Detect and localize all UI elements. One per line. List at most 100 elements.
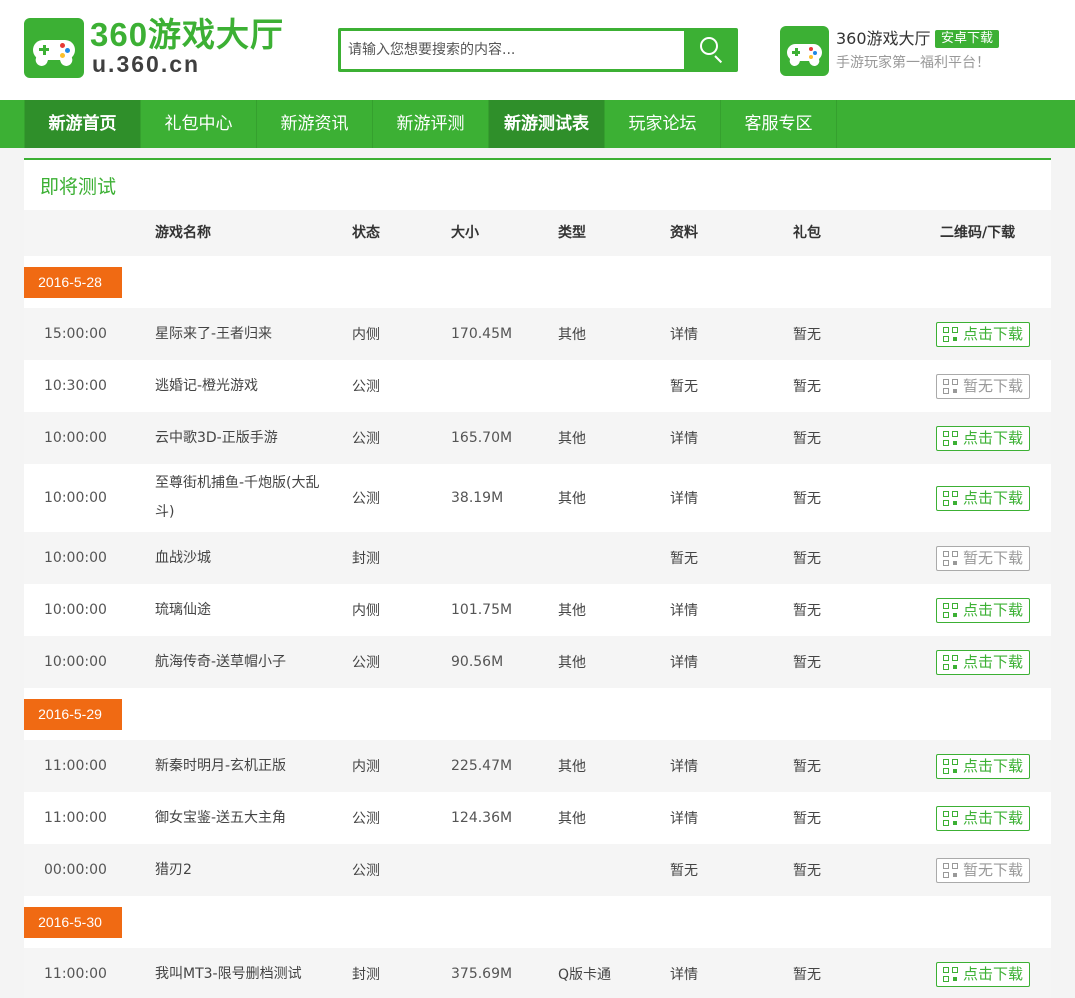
download-button[interactable]: 点击下载 (936, 598, 1030, 623)
table-row: 10:00:00 云中歌3D-正版手游 公测 165.70M 其他 详情 暂无 点击下载 (24, 412, 1051, 464)
qrcode-icon (943, 379, 958, 394)
col-header-type: 类型 (558, 225, 586, 241)
game-type: 其他 (558, 759, 586, 775)
test-time: 10:30:00 (44, 378, 107, 394)
android-download-button[interactable]: 安卓下载 (935, 30, 1000, 48)
download-label: 点击下载 (963, 429, 1024, 447)
search-bar (338, 28, 738, 72)
test-status: 封测 (352, 967, 380, 983)
game-info-link[interactable]: 详情 (670, 464, 698, 532)
download-button[interactable]: 点击下载 (936, 322, 1030, 347)
game-size: 38.19M (451, 490, 504, 506)
download-label: 暂无下载 (963, 377, 1024, 395)
game-size: 375.69M (451, 966, 513, 982)
game-name-link[interactable]: 航海传奇-送草帽小子 (155, 636, 335, 688)
game-name-link[interactable]: 云中歌3D-正版手游 (155, 412, 335, 464)
nav-item-6[interactable]: 客服专区 (721, 100, 837, 148)
date-group-header: 2016-5-29 (24, 688, 1051, 740)
qrcode-icon (943, 603, 958, 618)
brand-url: u.360.cn (92, 51, 201, 77)
table-row: 11:00:00 新秦时明月-玄机正版 内测 225.47M 其他 详情 暂无 点击下载 (24, 740, 1051, 792)
test-time: 10:00:00 (44, 654, 107, 670)
table-row: 11:00:00 御女宝鉴-送五大主角 公测 124.36M 其他 详情 暂无 点击下载 (24, 792, 1051, 844)
game-name-link[interactable]: 新秦时明月-玄机正版 (155, 740, 335, 792)
table-row: 10:30:00 逃婚记-橙光游戏 公测 暂无 暂无 暂无下载 (24, 360, 1051, 412)
game-name-link[interactable]: 我叫MT3-限号删档测试 (155, 948, 335, 998)
nav-item-0[interactable]: 新游首页 (25, 100, 141, 148)
download-unavailable-button: 暂无下载 (936, 858, 1030, 883)
download-button[interactable]: 点击下载 (936, 426, 1030, 451)
game-info-link[interactable]: 详情 (670, 792, 698, 844)
game-info-link: 暂无 (670, 863, 698, 879)
game-size: 124.36M (451, 810, 513, 826)
download-label: 点击下载 (963, 489, 1024, 507)
gamepad-app-icon[interactable] (780, 26, 829, 76)
nav-item-2[interactable]: 新游资讯 (257, 100, 373, 148)
download-label: 点击下载 (963, 653, 1024, 671)
test-status: 公测 (352, 491, 380, 507)
game-size: 90.56M (451, 654, 504, 670)
gift-status: 暂无 (793, 655, 821, 671)
game-type: 其他 (558, 327, 586, 343)
gift-status: 暂无 (793, 863, 821, 879)
nav-item-1[interactable]: 礼包中心 (141, 100, 257, 148)
qrcode-icon (943, 811, 958, 826)
game-name-link[interactable]: 琉璃仙途 (155, 584, 335, 636)
game-name-link[interactable]: 逃婚记-橙光游戏 (155, 360, 335, 412)
game-name-link[interactable]: 猎刃2 (155, 844, 335, 896)
download-button[interactable]: 点击下载 (936, 650, 1030, 675)
download-label: 点击下载 (963, 601, 1024, 619)
search-button[interactable] (688, 31, 736, 69)
nav-item-3[interactable]: 新游评测 (373, 100, 489, 148)
nav-item-5[interactable]: 玩家论坛 (605, 100, 721, 148)
section-title: 即将测试 (40, 176, 117, 198)
table-row: 00:00:00 猎刃2 公测 暂无 暂无 暂无下载 (24, 844, 1051, 896)
game-type: 其他 (558, 603, 586, 619)
game-info-link: 暂无 (670, 379, 698, 395)
game-name-link[interactable]: 至尊街机捕鱼-千炮版(大乱斗) (155, 464, 335, 532)
download-label: 暂无下载 (963, 861, 1024, 879)
test-time: 11:00:00 (44, 758, 107, 774)
test-time: 10:00:00 (44, 490, 107, 506)
test-schedule-panel: 即将测试 游戏名称 状态 大小 类型 资料 礼包 二维码/下载 2016-5-2… (24, 158, 1051, 998)
test-status: 内测 (352, 759, 380, 775)
gift-status: 暂无 (793, 491, 821, 507)
table-row: 10:00:00 航海传奇-送草帽小子 公测 90.56M 其他 详情 暂无 点击下载 (24, 636, 1051, 688)
download-button[interactable]: 点击下载 (936, 486, 1030, 511)
download-label: 点击下载 (963, 965, 1024, 983)
game-name-link[interactable]: 御女宝鉴-送五大主角 (155, 792, 335, 844)
table-header: 游戏名称 状态 大小 类型 资料 礼包 二维码/下载 (24, 210, 1051, 256)
game-info-link[interactable]: 详情 (670, 740, 698, 792)
game-info-link[interactable]: 详情 (670, 636, 698, 688)
game-info-link[interactable]: 详情 (670, 584, 698, 636)
gamepad-logo-icon[interactable] (24, 18, 84, 78)
qrcode-icon (943, 967, 958, 982)
game-info-link[interactable]: 详情 (670, 412, 698, 464)
table-row: 10:00:00 至尊街机捕鱼-千炮版(大乱斗) 公测 38.19M 其他 详情 暂无 点击下… (24, 464, 1051, 532)
date-tag: 2016-5-29 (24, 699, 122, 730)
test-time: 10:00:00 (44, 550, 107, 566)
game-info-link[interactable]: 详情 (670, 948, 698, 998)
qrcode-icon (943, 655, 958, 670)
app-name[interactable]: 360游戏大厅 (836, 29, 931, 49)
download-button[interactable]: 点击下载 (936, 806, 1030, 831)
nav-item-4[interactable]: 新游测试表 (489, 100, 605, 148)
test-status: 公测 (352, 379, 380, 395)
download-button[interactable]: 点击下载 (936, 754, 1030, 779)
brand-title[interactable]: 360游戏大厅 (90, 16, 284, 54)
gift-status: 暂无 (793, 327, 821, 343)
main-nav: 新游首页 礼包中心 新游资讯 新游评测 新游测试表 玩家论坛 客服专区 (0, 100, 1075, 148)
game-name-link[interactable]: 星际来了-王者归来 (155, 308, 335, 360)
game-info-link[interactable]: 详情 (670, 308, 698, 360)
table-row: 15:00:00 星际来了-王者归来 内侧 170.45M 其他 详情 暂无 点击下载 (24, 308, 1051, 360)
test-status: 公测 (352, 431, 380, 447)
game-type: 其他 (558, 431, 586, 447)
site-header: 360游戏大厅 u.360.cn 360游戏大厅 安卓下载 手游玩家第一福利平台… (0, 0, 1075, 100)
download-button[interactable]: 点击下载 (936, 962, 1030, 987)
search-icon (700, 37, 718, 55)
test-time: 11:00:00 (44, 966, 107, 982)
game-type: 其他 (558, 491, 586, 507)
game-name-link[interactable]: 血战沙城 (155, 532, 335, 584)
search-input[interactable] (341, 31, 684, 69)
game-type: 其他 (558, 655, 586, 671)
